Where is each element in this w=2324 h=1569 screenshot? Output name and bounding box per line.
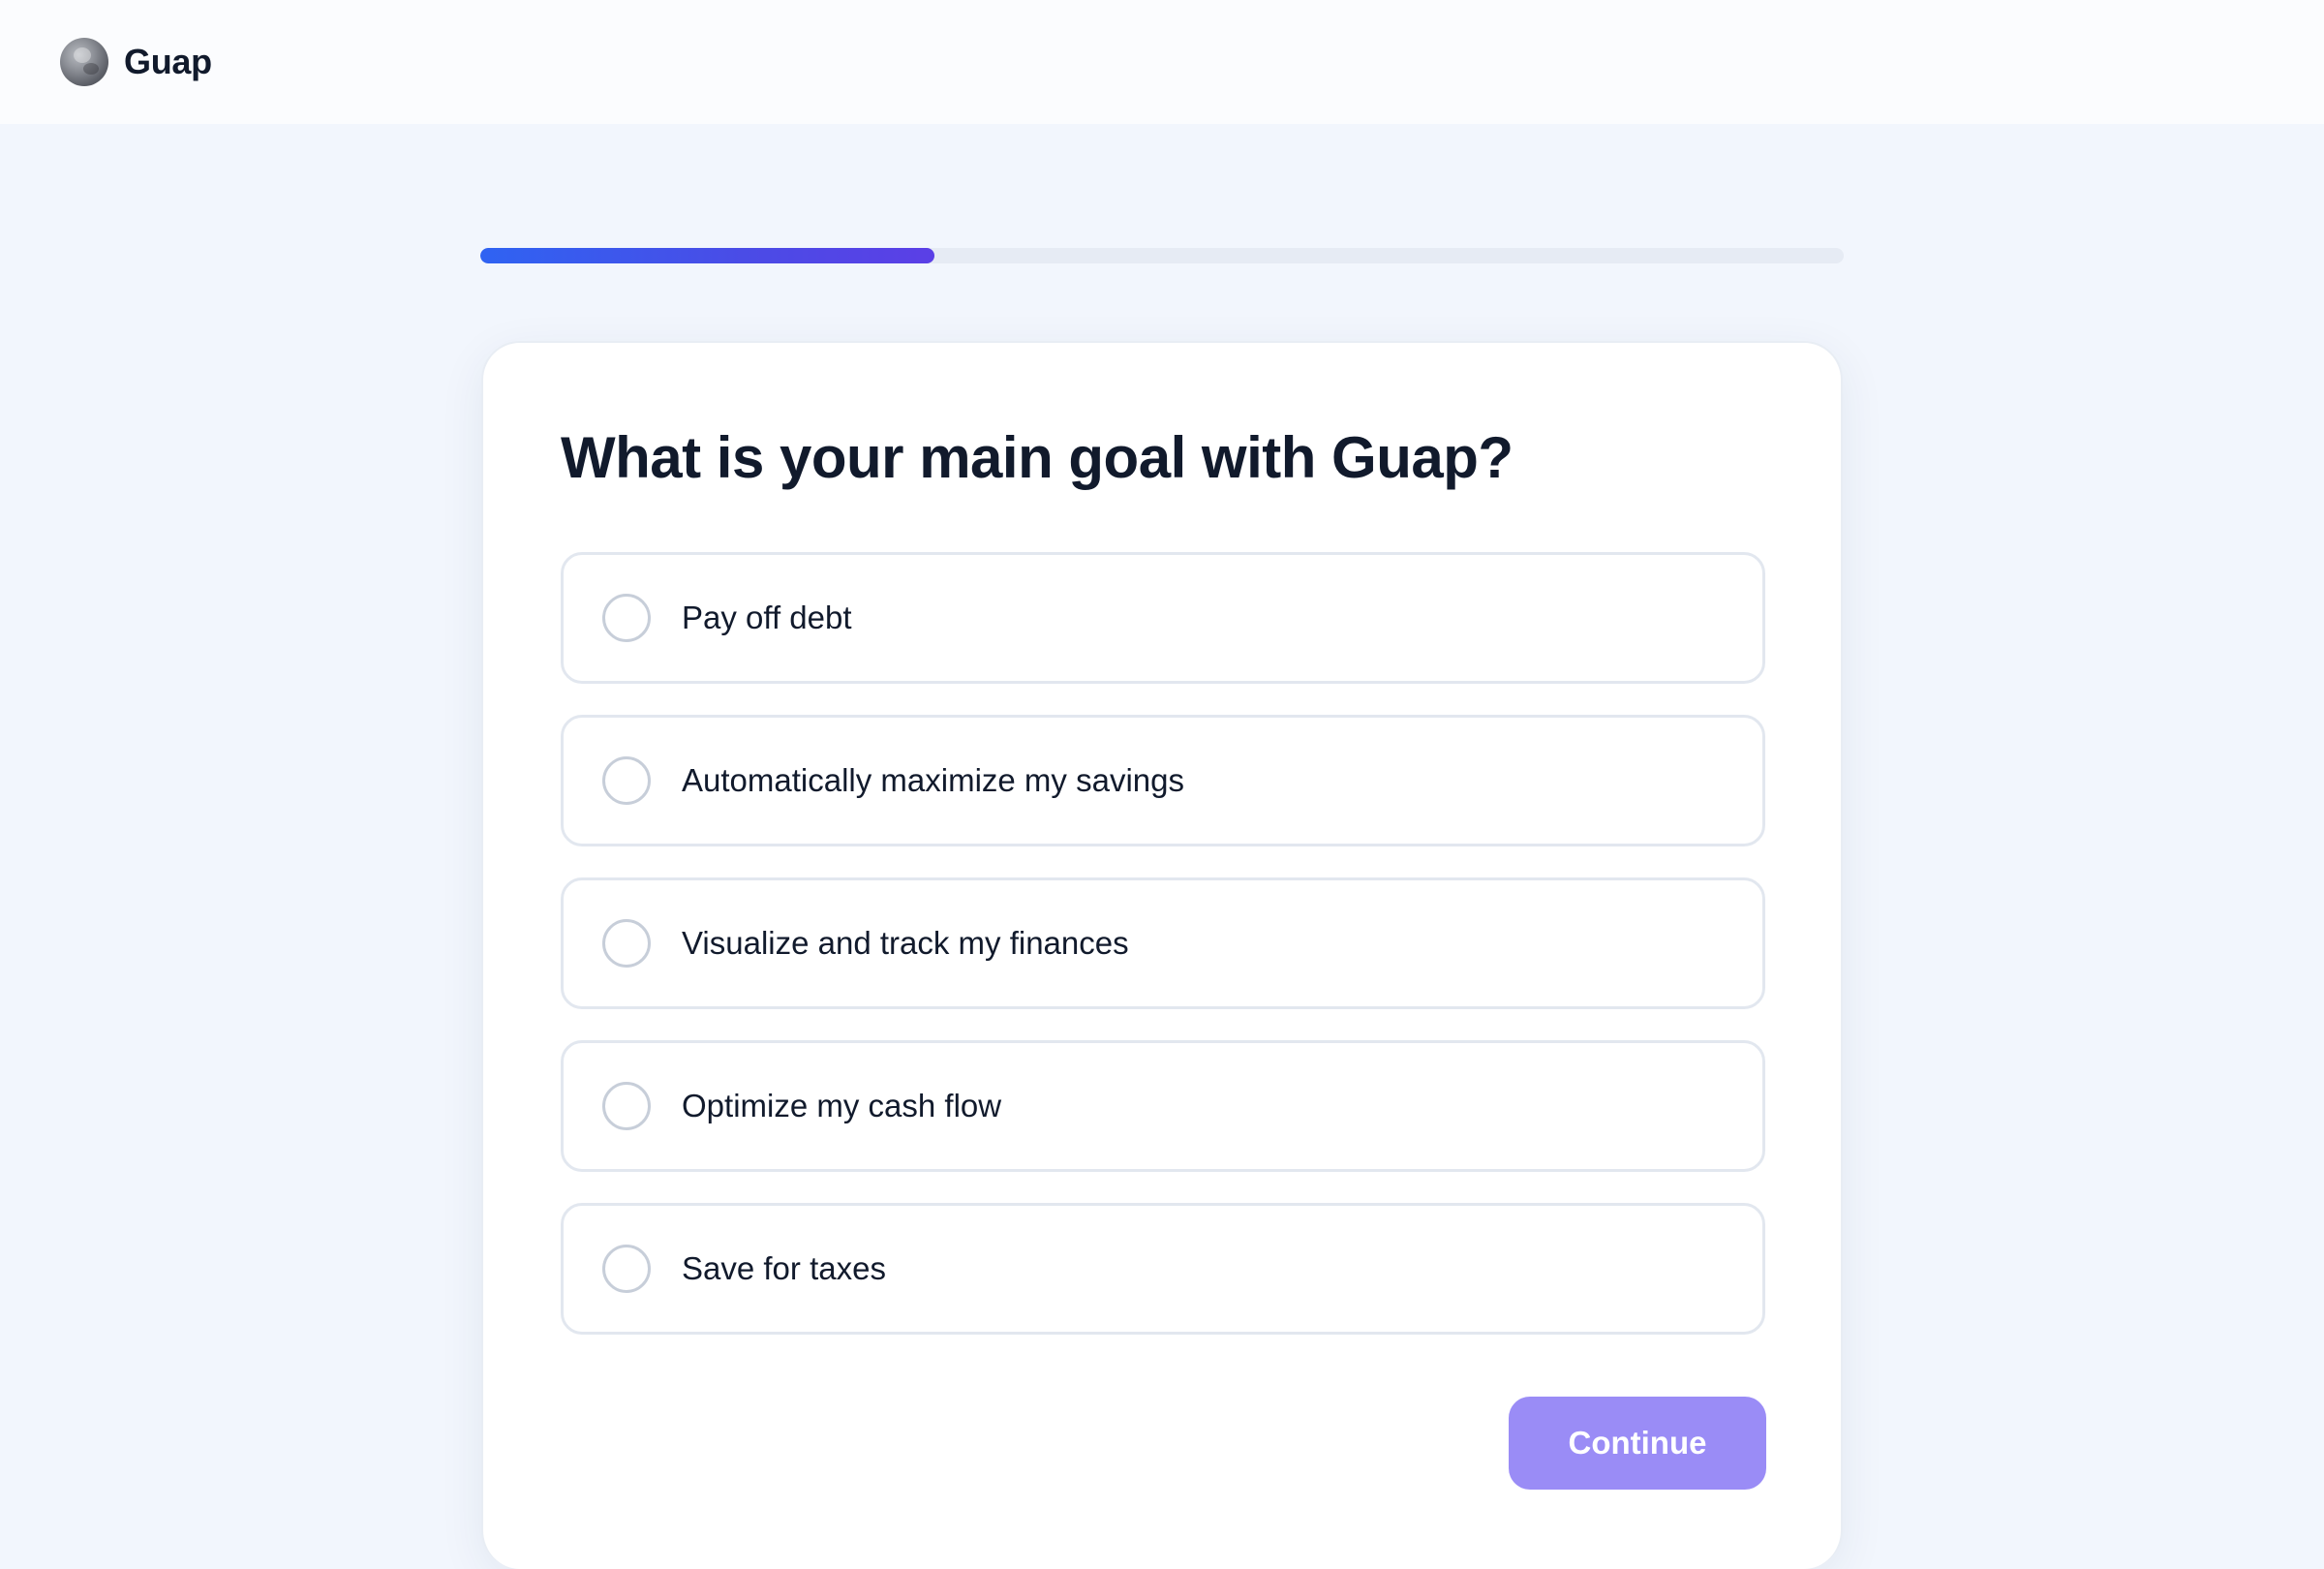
option-visualize-finances[interactable]: Visualize and track my finances — [561, 877, 1765, 1009]
continue-button[interactable]: Continue — [1509, 1397, 1766, 1490]
radio-button[interactable] — [602, 594, 651, 642]
question-card: What is your main goal with Guap? Pay of… — [481, 341, 1843, 1569]
option-save-for-taxes[interactable]: Save for taxes — [561, 1203, 1765, 1335]
option-label: Optimize my cash flow — [682, 1088, 1002, 1123]
option-label: Save for taxes — [682, 1250, 886, 1286]
option-label: Visualize and track my finances — [682, 925, 1129, 961]
option-optimize-cash-flow[interactable]: Optimize my cash flow — [561, 1040, 1765, 1172]
guap-logo-icon[interactable] — [60, 38, 108, 86]
question-title: What is your main goal with Guap? — [561, 425, 1514, 490]
radio-button[interactable] — [602, 756, 651, 805]
progress-fill — [480, 248, 934, 263]
options-list: Pay off debt Automatically maximize my s… — [561, 552, 1765, 1366]
option-label: Pay off debt — [682, 600, 852, 635]
radio-button[interactable] — [602, 1245, 651, 1293]
onboarding-progress-bar — [480, 248, 1844, 263]
option-pay-off-debt[interactable]: Pay off debt — [561, 552, 1765, 684]
brand-name[interactable]: Guap — [124, 42, 212, 82]
option-maximize-savings[interactable]: Automatically maximize my savings — [561, 715, 1765, 846]
option-label: Automatically maximize my savings — [682, 762, 1184, 798]
radio-button[interactable] — [602, 919, 651, 968]
radio-button[interactable] — [602, 1082, 651, 1130]
top-bar: Guap — [0, 0, 2324, 124]
